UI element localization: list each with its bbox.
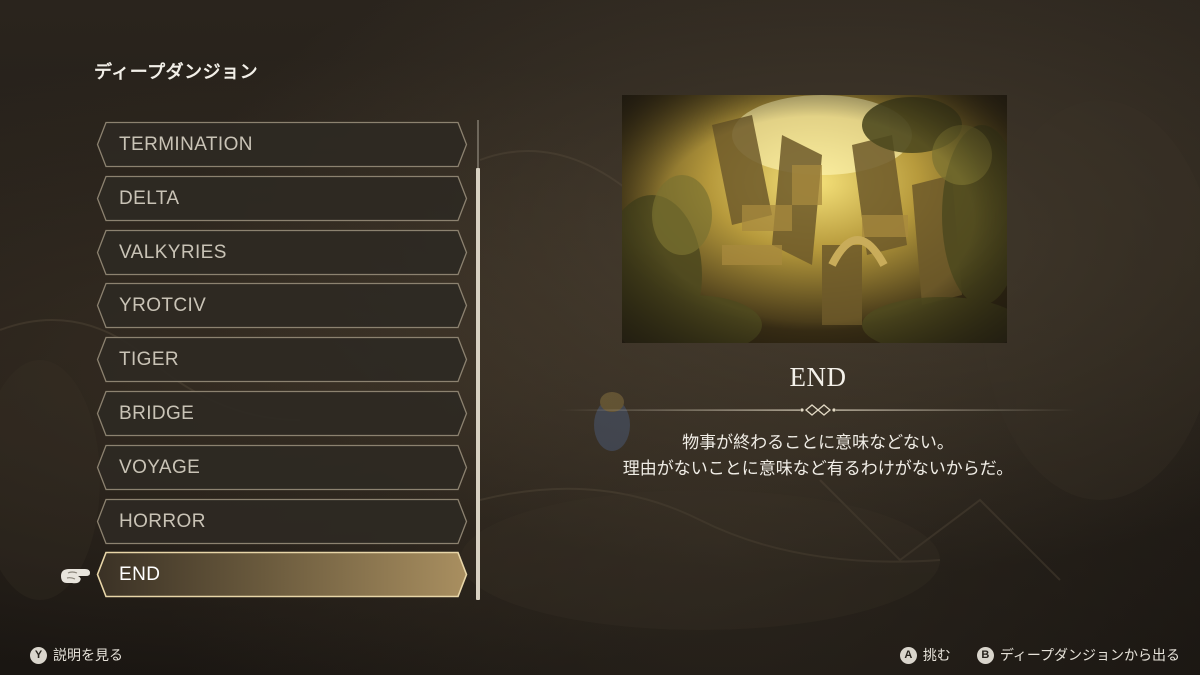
dungeon-item-label: TERMINATION	[119, 134, 253, 155]
dungeon-item[interactable]: HORROR	[96, 498, 468, 545]
scrollbar-thumb[interactable]	[476, 168, 480, 600]
dungeon-item-label: YROTCIV	[119, 295, 207, 317]
description-line: 理由がないことに意味など有るわけがないからだ。	[622, 459, 1014, 479]
dungeon-item-label: VALKYRIES	[119, 241, 227, 263]
b-button-icon: B	[976, 646, 994, 664]
pointing-hand-icon	[61, 569, 90, 584]
exit-dungeon-label: ディープダンジョンから出る	[999, 648, 1180, 664]
dungeon-item-label: TIGER	[119, 349, 180, 371]
dungeon-item[interactable]: VALKYRIES	[96, 229, 468, 276]
detail-title: END	[789, 362, 847, 392]
a-button-icon: A	[899, 646, 917, 664]
detail-description: 物事が終わることに意味などない。 理由がないことに意味など有るわけがないからだ。	[560, 430, 1076, 482]
exit-dungeon-hint[interactable]: B ディープダンジョンから出る	[976, 645, 1180, 665]
dungeon-item[interactable]: TERMINATION	[96, 121, 468, 168]
challenge-hint[interactable]: A 挑む	[899, 645, 951, 665]
dungeon-item-label: DELTA	[119, 187, 180, 209]
dungeon-item-label: HORROR	[119, 510, 206, 532]
dungeon-list: TERMINATION DELTA VALKYRIES YROTCIV TIGE…	[96, 121, 468, 605]
dungeon-item-label: VOYAGE	[119, 456, 201, 478]
page-title: ディープダンジョン	[94, 62, 259, 83]
dungeon-preview-image	[622, 95, 1007, 343]
dungeon-item[interactable]: BRIDGE	[96, 390, 468, 437]
view-description-hint[interactable]: Y 説明を見る	[30, 645, 123, 665]
y-button-icon: Y	[30, 646, 47, 664]
game-screen: ディープダンジョン TERMINATION DELTA VALKYRIES YR…	[0, 0, 1200, 675]
dungeon-item[interactable]: YROTCIV	[96, 282, 468, 329]
footer-left-hints: Y 説明を見る	[30, 645, 123, 665]
dungeon-item-label: BRIDGE	[119, 402, 195, 424]
description-line: 物事が終わることに意味などない。	[682, 433, 954, 453]
challenge-label: 挑む	[922, 648, 951, 664]
ornamental-divider	[560, 404, 1076, 416]
view-description-label: 説明を見る	[53, 648, 123, 664]
dungeon-item-selected[interactable]: END	[96, 551, 468, 598]
footer-right-hints: A 挑む B ディープダンジョンから出る	[899, 645, 1180, 665]
dungeon-item-label: END	[119, 564, 161, 586]
dungeon-item[interactable]: DELTA	[96, 175, 468, 222]
dungeon-item[interactable]: TIGER	[96, 336, 468, 383]
dungeon-item[interactable]: VOYAGE	[96, 444, 468, 491]
